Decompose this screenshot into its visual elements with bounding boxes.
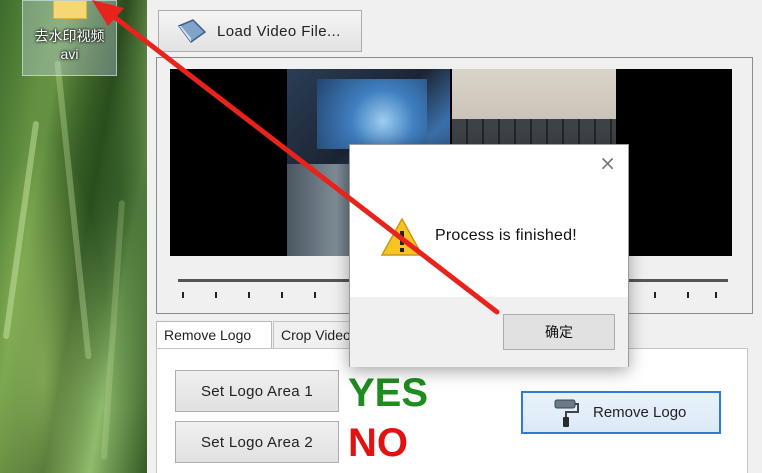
grass-blade [100, 200, 126, 460]
tab-remove-logo[interactable]: Remove Logo [156, 321, 272, 350]
grass-blade [2, 120, 40, 340]
set-logo-area-2-button[interactable]: Set Logo Area 2 [175, 421, 339, 463]
close-icon[interactable]: × [599, 151, 616, 175]
desktop-file-icon[interactable]: 去水印视频 avi [22, 0, 117, 76]
slider-tick [215, 292, 217, 298]
load-video-button[interactable]: Load Video File... [158, 10, 362, 52]
ok-button[interactable]: 确定 [503, 314, 615, 350]
set-logo-area-1-button[interactable]: Set Logo Area 1 [175, 370, 339, 412]
slider-tick [182, 292, 184, 298]
slider-tick [314, 292, 316, 298]
slider-tick [281, 292, 283, 298]
desktop-file-label: 去水印视频 avi [34, 28, 105, 62]
paint-roller-icon [554, 399, 579, 427]
tab-crop-video[interactable]: Crop Video [273, 321, 359, 349]
keyboard-area [452, 119, 616, 144]
logo-area-1-status: YES [348, 371, 429, 415]
monitor-screen [317, 79, 427, 149]
slider-tick [654, 292, 656, 298]
remove-logo-label: Remove Logo [593, 404, 687, 421]
folder-icon [52, 1, 87, 19]
message-dialog: × Process is finished! 确定 [349, 144, 629, 367]
slider-tick [715, 292, 717, 298]
slider-tick [248, 292, 250, 298]
remove-logo-button[interactable]: Remove Logo [521, 391, 721, 434]
warning-icon [380, 217, 424, 256]
video-file-icon [177, 19, 207, 44]
slider-tick [687, 292, 689, 298]
logo-area-2-status: NO [348, 421, 408, 465]
grass-blade [54, 60, 92, 360]
load-video-label: Load Video File... [217, 22, 341, 40]
dialog-message: Process is finished! [435, 227, 577, 244]
